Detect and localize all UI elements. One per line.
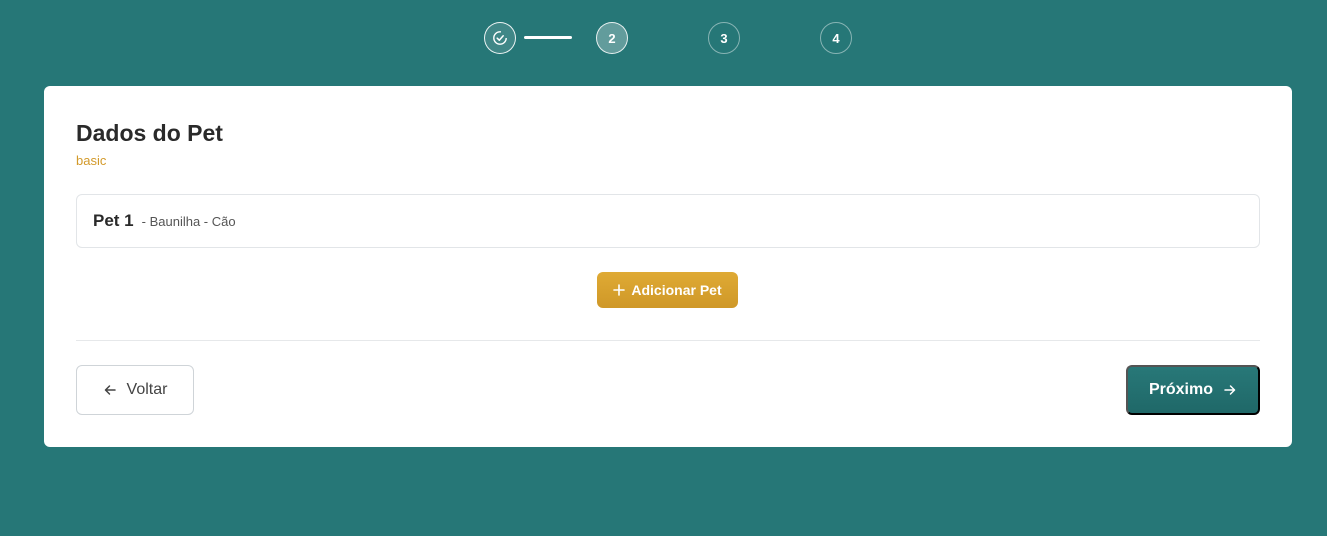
arrow-right-icon <box>1223 383 1237 397</box>
back-label: Voltar <box>126 381 168 398</box>
next-button[interactable]: Próximo <box>1126 365 1260 415</box>
progress-stepper: 2 3 4 <box>484 22 854 54</box>
pet-list-item[interactable]: Pet 1 - Baunilha - Cão <box>76 194 1260 248</box>
step-1-completed[interactable] <box>484 22 516 54</box>
step-4[interactable]: 4 <box>820 22 852 54</box>
step-connector <box>524 36 572 39</box>
step-3[interactable]: 3 <box>708 22 740 54</box>
pet-detail: - Baunilha - Cão <box>141 213 236 229</box>
plus-icon <box>613 284 626 296</box>
check-circle-icon <box>492 30 508 46</box>
add-pet-button[interactable]: Adicionar Pet <box>597 272 738 308</box>
step-2[interactable]: 2 <box>596 22 628 54</box>
next-label: Próximo <box>1148 381 1213 398</box>
back-button[interactable]: Voltar <box>76 365 194 415</box>
page-subtitle: basic <box>76 153 107 168</box>
arrow-left-icon <box>103 383 117 397</box>
pet-name: Pet 1 <box>93 211 134 230</box>
step-2-number: 2 <box>608 30 616 46</box>
step-4-number: 4 <box>832 30 840 46</box>
step-3-number: 3 <box>720 30 728 46</box>
add-pet-label: Adicionar Pet <box>631 282 722 298</box>
page-title: Dados do Pet <box>76 120 223 146</box>
divider <box>76 340 1260 341</box>
pet-data-card: Dados do Pet basic Pet 1 - Baunilha - Cã… <box>44 86 1292 447</box>
